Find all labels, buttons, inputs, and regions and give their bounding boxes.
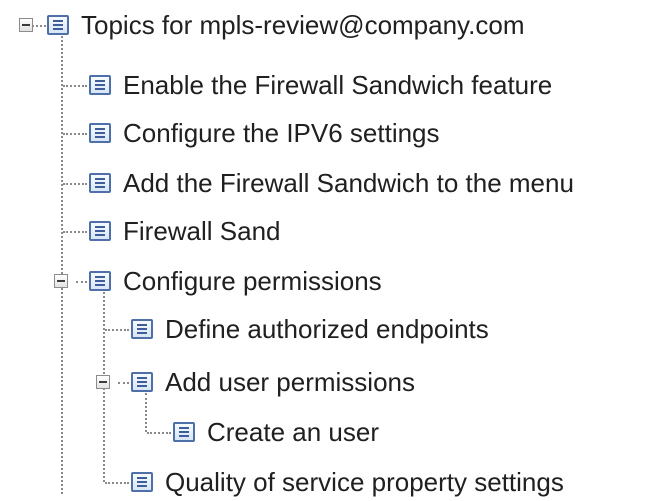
tree-connector-root-h [32, 25, 46, 27]
document-icon [89, 123, 111, 143]
document-icon [89, 173, 111, 193]
tree-connector-root [61, 36, 63, 494]
document-icon [89, 75, 111, 95]
tree-item-add-firewall-sandwich-menu[interactable]: Add the Firewall Sandwich to the menu [123, 168, 574, 198]
document-icon [89, 221, 111, 241]
tree-item-quality-of-service[interactable]: Quality of service property settings [165, 467, 564, 497]
tree-item-define-authorized-endpoints[interactable]: Define authorized endpoints [165, 314, 489, 344]
tree-item-enable-firewall-sandwich[interactable]: Enable the Firewall Sandwich feature [123, 70, 552, 100]
tree-item-create-an-user[interactable]: Create an user [207, 417, 379, 447]
tree-connector-l3-1 [147, 432, 171, 434]
tree-item-add-user-permissions[interactable]: Add user permissions [165, 367, 415, 397]
document-icon [173, 422, 195, 442]
tree-item-configure-ipv6[interactable]: Configure the IPV6 settings [123, 118, 440, 148]
document-icon [131, 372, 153, 392]
tree-connector-l1-2 [63, 133, 87, 135]
tree-connector-l2-2 [118, 382, 129, 384]
tree-connector-l1-5 [76, 281, 87, 283]
tree-item-root-topics[interactable]: Topics for mpls-review@company.com [81, 10, 524, 40]
tree-connector-l1-3 [63, 183, 87, 185]
tree-connector-l2-3 [105, 482, 129, 484]
document-icon [89, 271, 111, 291]
document-icon [131, 319, 153, 339]
tree-connector-l1-4 [63, 231, 87, 233]
tree-item-firewall-sand[interactable]: Firewall Sand [123, 216, 281, 246]
tree-connector-l2-1 [105, 329, 129, 331]
tree-connector-add-user-permissions [145, 393, 147, 432]
collapse-toggle-add-user-permissions[interactable] [96, 375, 110, 389]
topic-tree: Topics for mpls-review@company.com Enabl… [0, 0, 654, 501]
tree-connector-l1-1 [63, 85, 87, 87]
document-icon [47, 15, 69, 35]
collapse-toggle-root[interactable] [19, 18, 33, 32]
tree-item-configure-permissions[interactable]: Configure permissions [123, 266, 382, 296]
document-icon [131, 472, 153, 492]
collapse-toggle-configure-permissions[interactable] [54, 274, 68, 288]
